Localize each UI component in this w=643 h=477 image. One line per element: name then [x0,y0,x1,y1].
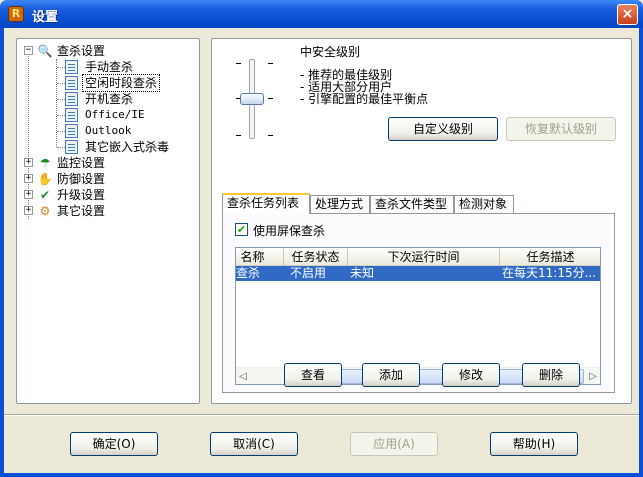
dialog-footer: 确定(O) 取消(C) 应用(A) 帮助(H) [16,420,632,464]
cell-next-run: 未知 [350,266,375,280]
tree-item-label: 其它设置 [57,204,106,218]
level-description: - 推荐的最佳级别 - 适用大部分用户 - 引擎配置的最佳平衡点 [300,69,428,105]
document-icon [65,60,78,74]
tree-branch-line [57,147,65,148]
tree-item-outlook[interactable]: Outlook [23,123,195,139]
restore-default-level-button[interactable]: 恢复默认级别 [506,117,616,141]
slider-tick [236,135,241,136]
rising-lion-icon: R [8,6,24,22]
tree-item-idle-scan[interactable]: 空闲时段查杀 [23,74,195,92]
edit-task-button[interactable]: 修改 [442,363,500,387]
document-icon [65,108,78,122]
delete-task-button[interactable]: 删除 [522,363,580,387]
tree-branch-line [57,67,65,68]
close-button[interactable]: × [617,4,638,25]
tree-item-boot-scan[interactable]: 开机查杀 [23,91,195,107]
document-icon [65,92,78,106]
footer-separator [4,414,639,416]
add-task-button[interactable]: 添加 [362,363,420,387]
slider-tick [268,135,273,136]
expand-icon[interactable]: + [24,206,33,215]
tree-item-other-settings[interactable]: + ⚙ 其它设置 [23,203,195,219]
document-icon [65,124,78,138]
scroll-right-icon[interactable]: ▷ [586,369,600,384]
document-icon [65,140,78,154]
cancel-button[interactable]: 取消(C) [210,432,298,456]
column-header-name[interactable]: 名称 [236,248,284,266]
level-bullet: - 引擎配置的最佳平衡点 [300,92,429,106]
column-header-status[interactable]: 任务状态 [284,248,348,266]
screensaver-scan-checkbox[interactable]: ✔ [235,223,248,236]
tree-item-label-selected: 空闲时段查杀 [81,74,161,92]
collapse-icon[interactable]: − [24,46,33,55]
custom-level-button[interactable]: 自定义级别 [388,117,498,141]
settings-window: R 设置 × − 🔍 查杀设置 手动查杀 空闲时段查杀 开机查杀 Office/… [0,0,643,477]
table-row[interactable]: 屏保查杀 不启用 未知 在每天11:15分... [236,266,600,281]
slider-tick [236,63,241,64]
tree-item-label: 升级设置 [57,188,106,202]
tree-item-label: Outlook [85,124,132,137]
expand-icon[interactable]: + [24,190,33,199]
tree-item-label: 监控设置 [57,156,106,170]
level-title: 中安全级别 [300,45,361,59]
dialog-client: − 🔍 查杀设置 手动查杀 空闲时段查杀 开机查杀 Office/IE Outl… [4,28,639,473]
cell-name: 屏保查杀 [236,266,261,280]
tab-detection-targets[interactable]: 检测对象 [454,195,514,214]
tree-branch-line [57,99,65,100]
upgrade-check-icon: ✔ [39,188,51,202]
apply-button[interactable]: 应用(A) [350,432,438,456]
tree-item-label: 开机查杀 [85,92,134,106]
tree-branch-line [57,115,65,116]
umbrella-icon: ☂ [39,156,51,170]
settings-tree-panel: − 🔍 查杀设置 手动查杀 空闲时段查杀 开机查杀 Office/IE Outl… [16,38,200,404]
tree-item-label: 其它嵌入式杀毒 [85,140,170,154]
tree-item-defense-settings[interactable]: + ✋ 防御设置 [23,171,195,187]
task-list-header: 名称 任务状态 下次运行时间 任务描述 [236,248,600,266]
hand-stop-icon: ✋ [37,172,53,186]
expand-icon[interactable]: + [24,174,33,183]
document-icon [65,76,78,90]
window-title: 设置 [32,10,59,25]
magnifier-icon: 🔍 [37,44,53,58]
tab-scan-task-list[interactable]: 查杀任务列表 [222,193,310,214]
cell-status: 不启用 [290,266,327,280]
screensaver-scan-label[interactable]: 使用屏保查杀 [253,222,325,239]
slider-tick [268,98,273,99]
tree-item-label: 防御设置 [57,172,106,186]
tree-item-label: 查杀设置 [57,44,106,58]
tree-item-upgrade-settings[interactable]: + ✔ 升级设置 [23,187,195,203]
gear-icon: ⚙ [39,204,51,218]
tree-item-scan-settings[interactable]: − 🔍 查杀设置 [23,43,195,59]
tab-handling[interactable]: 处理方式 [310,195,370,214]
tree-item-label: Office/IE [85,108,145,121]
ok-button[interactable]: 确定(O) [70,432,158,456]
view-task-button[interactable]: 查看 [284,363,342,387]
slider-tick [268,63,273,64]
tree-item-embedded-scan[interactable]: 其它嵌入式杀毒 [23,139,195,155]
scroll-left-icon[interactable]: ◁ [236,369,250,384]
column-header-description[interactable]: 任务描述 [500,248,600,266]
tree-item-manual-scan[interactable]: 手动查杀 [23,59,195,75]
security-level-slider-thumb[interactable] [240,93,264,105]
tab-file-types[interactable]: 查杀文件类型 [370,195,454,214]
cell-description: 在每天11:15分... [502,266,597,280]
tree-item-office-ie[interactable]: Office/IE [23,107,195,123]
expand-icon[interactable]: + [24,158,33,167]
tree-item-label: 手动查杀 [85,60,134,74]
tree-branch-line [57,131,65,132]
settings-tree: − 🔍 查杀设置 手动查杀 空闲时段查杀 开机查杀 Office/IE Outl… [23,43,195,219]
tree-item-monitor-settings[interactable]: + ☂ 监控设置 [23,155,195,171]
tree-branch-line [57,83,65,84]
settings-detail-panel: 中安全级别 - 推荐的最佳级别 - 适用大部分用户 - 引擎配置的最佳平衡点 自… [211,38,632,404]
help-button[interactable]: 帮助(H) [490,432,578,456]
column-header-next-run[interactable]: 下次运行时间 [348,248,500,266]
title-bar[interactable]: R 设置 × [0,0,643,28]
